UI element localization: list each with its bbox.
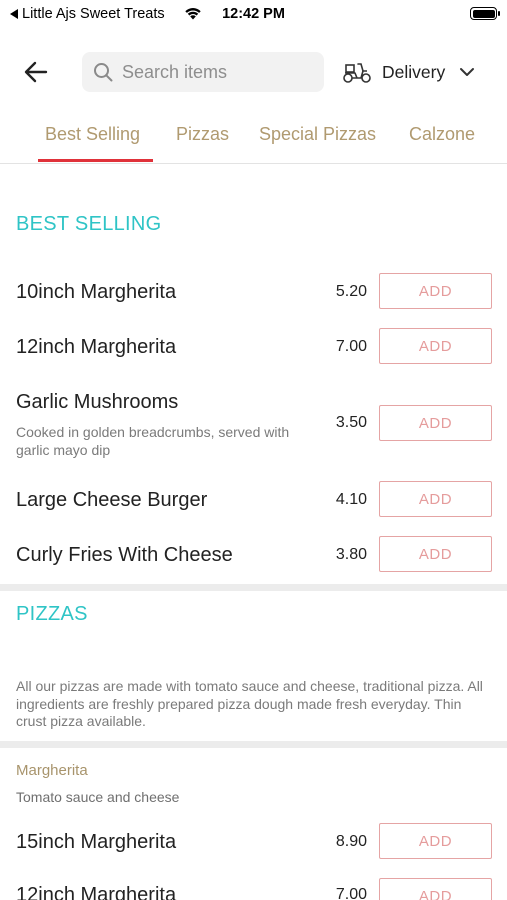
menu-item-name: Garlic Mushrooms <box>16 391 179 413</box>
menu-item-price: 3.80 <box>335 546 367 563</box>
section-divider <box>0 584 507 591</box>
menu-item-name: 12inch Margherita <box>16 884 177 900</box>
tab-calzone[interactable]: Calzone <box>409 124 475 145</box>
search-input[interactable] <box>122 52 317 92</box>
menu-item-price: 7.00 <box>335 338 367 355</box>
section-divider <box>0 741 507 748</box>
menu-item-price: 4.10 <box>335 491 367 508</box>
chevron-down-icon <box>460 68 475 76</box>
add-button[interactable]: ADD <box>379 481 492 517</box>
menu-item-name: Large Cheese Burger <box>16 489 208 511</box>
status-time: 12:42 PM <box>222 6 285 22</box>
tab-special-pizzas[interactable]: Special Pizzas <box>259 124 376 145</box>
delivery-label: Delivery <box>382 61 446 82</box>
menu-item-name: Curly Fries With Cheese <box>16 544 233 566</box>
active-tab-indicator <box>38 159 153 162</box>
add-button[interactable]: ADD <box>379 328 492 364</box>
best-selling-section-title: BEST SELLING <box>16 213 162 235</box>
back-arrow-icon[interactable] <box>22 58 50 86</box>
tab-best-selling[interactable]: Best Selling <box>45 124 140 145</box>
tab-pizzas[interactable]: Pizzas <box>176 124 229 145</box>
add-button[interactable]: ADD <box>379 273 492 309</box>
battery-icon <box>470 7 500 20</box>
search-icon <box>94 63 113 82</box>
menu-item-description: Cooked in golden breadcrumbs, served wit… <box>16 424 290 458</box>
pizzas-section-title: PIZZAS <box>16 603 88 625</box>
scooter-icon <box>343 63 371 83</box>
pizzas-intro-text: All our pizzas are made with tomato sauc… <box>16 678 483 729</box>
add-button[interactable]: ADD <box>379 405 492 441</box>
status-bar: Little Ajs Sweet Treats 12:42 PM <box>0 0 507 30</box>
subcategory-description: Tomato sauce and cheese <box>16 789 180 805</box>
add-button[interactable]: ADD <box>379 878 492 900</box>
menu-item-name: 12inch Margherita <box>16 336 177 358</box>
menu-item-price: 5.20 <box>335 283 367 300</box>
menu-item-price: 8.90 <box>335 833 367 850</box>
menu-item-price: 7.00 <box>335 886 367 900</box>
add-button[interactable]: ADD <box>379 536 492 572</box>
menu-item-name: 10inch Margherita <box>16 281 177 303</box>
add-button[interactable]: ADD <box>379 823 492 859</box>
delivery-selector[interactable]: Delivery <box>342 52 492 92</box>
subcategory-title: Margherita <box>16 762 88 779</box>
menu-item-price: 3.50 <box>335 414 367 431</box>
header: Delivery <box>0 44 507 100</box>
menu-item-name: 15inch Margherita <box>16 831 177 853</box>
category-tabs: Best Selling Pizzas Special Pizzas Calzo… <box>0 112 507 164</box>
search-box[interactable] <box>82 52 324 92</box>
